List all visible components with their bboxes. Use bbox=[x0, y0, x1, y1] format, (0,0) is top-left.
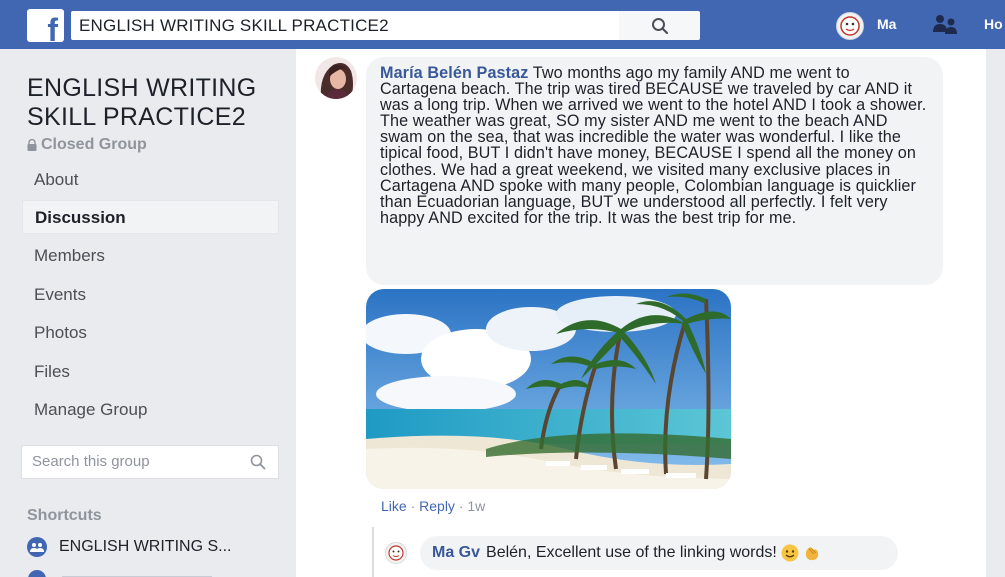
sidebar-item-files[interactable]: Files bbox=[22, 355, 279, 389]
lock-icon bbox=[27, 139, 37, 151]
post-comment-bubble: María Belén Pastaz Two months ago my fam… bbox=[366, 57, 943, 285]
sidebar-item-members[interactable]: Members bbox=[22, 239, 279, 273]
reply-thread-line bbox=[372, 527, 374, 577]
sidebar-item-photos[interactable]: Photos bbox=[22, 316, 279, 350]
post-body: María Belén Pastaz Two months ago my fam… bbox=[380, 65, 929, 226]
profile-avatar[interactable] bbox=[836, 12, 864, 40]
like-link[interactable]: Like bbox=[381, 498, 407, 514]
reply-author-avatar[interactable] bbox=[385, 542, 407, 564]
reply-comment-bubble: Ma Gv Belén, Excellent use of the linkin… bbox=[420, 536, 898, 570]
search-input[interactable]: ENGLISH WRITING SKILL PRACTICE2 bbox=[71, 11, 619, 40]
shortcuts-heading: Shortcuts bbox=[27, 507, 102, 524]
group-search-input[interactable]: Search this group bbox=[21, 445, 279, 479]
group-privacy-label: Closed Group bbox=[27, 136, 147, 154]
reply-text: Belén, Excellent use of the linking word… bbox=[486, 544, 777, 561]
search-button[interactable] bbox=[619, 11, 700, 40]
group-search-placeholder: Search this group bbox=[32, 453, 150, 470]
shortcut-label: ENGLISH WRITING S... bbox=[59, 538, 232, 555]
post-timestamp[interactable]: 1w bbox=[467, 498, 485, 514]
avatar-face-icon bbox=[840, 16, 860, 36]
shortcut-group-link[interactable]: ENGLISH WRITING S... bbox=[27, 537, 231, 557]
clapping-hands-icon bbox=[805, 547, 818, 561]
top-navigation-bar: f ENGLISH WRITING SKILL PRACTICE2 Ma Ho bbox=[0, 0, 1005, 49]
post-actions: Like · Reply · 1w bbox=[381, 498, 485, 514]
sidebar-item-manage-group[interactable]: Manage Group bbox=[22, 393, 279, 427]
reply-author-link[interactable]: Ma Gv bbox=[432, 544, 480, 562]
post-photo[interactable] bbox=[366, 289, 731, 489]
separator: · bbox=[410, 498, 420, 514]
sidebar-item-about[interactable]: About bbox=[22, 163, 279, 197]
author-avatar[interactable] bbox=[315, 57, 357, 99]
friend-requests-icon[interactable] bbox=[932, 14, 960, 36]
search-icon[interactable] bbox=[250, 454, 266, 470]
sidebar-item-discussion[interactable]: Discussion bbox=[22, 200, 279, 234]
facebook-logo-icon[interactable]: f bbox=[27, 9, 64, 46]
group-icon bbox=[27, 537, 47, 557]
privacy-text: Closed Group bbox=[41, 136, 147, 153]
group-title[interactable]: ENGLISH WRITING SKILL PRACTICE2 bbox=[27, 74, 297, 132]
reply-link[interactable]: Reply bbox=[419, 498, 455, 514]
home-link[interactable]: Ho bbox=[984, 16, 1003, 32]
sidebar-item-events[interactable]: Events bbox=[22, 278, 279, 312]
post-text: Two months ago my family AND me went to … bbox=[380, 64, 927, 227]
search-icon bbox=[651, 17, 668, 34]
right-gutter bbox=[986, 49, 1005, 577]
shortcut-item-partial[interactable] bbox=[27, 570, 277, 577]
smiling-face-icon bbox=[781, 544, 799, 562]
profile-name-link[interactable]: Ma bbox=[877, 16, 896, 32]
